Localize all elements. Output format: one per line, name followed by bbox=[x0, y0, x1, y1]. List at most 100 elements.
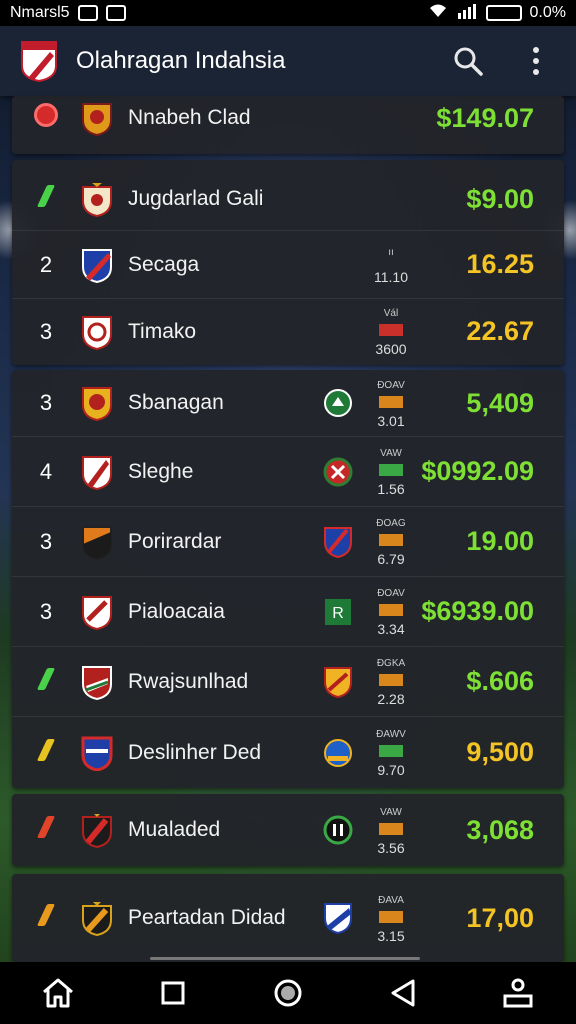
odds-chip-icon bbox=[379, 324, 403, 336]
team-crest-icon bbox=[82, 665, 112, 700]
team-value: $9.00 bbox=[466, 183, 534, 214]
more-vert-icon bbox=[533, 47, 539, 75]
team-name: Sbanagan bbox=[128, 391, 224, 414]
notification-icon bbox=[77, 5, 98, 21]
odds-cell: ĐOAV 3.34 bbox=[366, 586, 416, 637]
trend-marker-icon bbox=[36, 904, 56, 926]
team-crest-icon bbox=[82, 315, 112, 350]
odds-tag: VAW bbox=[380, 448, 402, 459]
odds-chip-icon bbox=[379, 464, 403, 476]
team-crest-icon bbox=[82, 248, 112, 283]
team-crest-icon bbox=[82, 103, 112, 136]
home-button[interactable] bbox=[34, 969, 82, 1017]
team-name: Timako bbox=[128, 319, 197, 343]
battery-icon bbox=[485, 5, 522, 21]
recents-button[interactable] bbox=[149, 969, 197, 1017]
circle-icon bbox=[274, 979, 302, 1007]
odds-value: 9.70 bbox=[377, 762, 405, 778]
odds-cell: VAW 1.56 bbox=[366, 446, 416, 497]
overflow-menu-button[interactable] bbox=[516, 41, 556, 81]
team-value: 9,500 bbox=[466, 737, 534, 767]
team-crest-icon bbox=[82, 902, 112, 936]
team-value: 16.25 bbox=[466, 249, 534, 279]
team-row[interactable]: 4 Sleghe VAW 1.56 $0992.09 bbox=[12, 436, 564, 506]
opponent-badge bbox=[318, 385, 358, 421]
odds-value: 3.01 bbox=[377, 412, 405, 429]
team-name: Sleghe bbox=[128, 459, 194, 483]
odds-value: 6.79 bbox=[377, 551, 405, 567]
team-row[interactable]: Jugdarlad Gali $9.00 bbox=[12, 168, 564, 230]
signal-icon bbox=[456, 3, 478, 24]
team-crest-icon bbox=[81, 736, 113, 771]
home-icon bbox=[42, 978, 73, 1008]
team-name: Peartadan Didad bbox=[128, 906, 286, 929]
rank-cell: 3 bbox=[39, 598, 53, 624]
team-row[interactable]: 3 Sbanagan ĐOAV 3.01 5,409 bbox=[12, 370, 564, 436]
odds-cell: ĐOAV 3.01 bbox=[366, 378, 416, 429]
odds-chip-icon bbox=[379, 604, 403, 616]
odds-tag: ĐOAV bbox=[377, 588, 405, 599]
odds-tag: ĐAVA bbox=[378, 894, 404, 906]
team-row[interactable]: Peartadan Didad ĐAVA 3.15 17,00 bbox=[12, 874, 564, 962]
search-icon bbox=[454, 47, 483, 76]
team-row[interactable]: Mualaded VAW 3.56 3,068 bbox=[12, 794, 564, 866]
team-crest-icon bbox=[82, 814, 112, 848]
odds-cell: ĐAWV 9.70 bbox=[366, 727, 416, 778]
opponent-crest-icon bbox=[324, 903, 352, 934]
wifi-icon bbox=[428, 3, 448, 24]
team-row[interactable]: Rwajsunlhad ĐGKA 2.28 $.606 bbox=[12, 646, 564, 716]
status-bar: Nmarsl5 0.0% bbox=[0, 0, 576, 26]
opponent-crest-icon bbox=[324, 738, 352, 767]
team-row[interactable]: 3 Pialoacaia R ĐOAV 3.34 $6939.00 bbox=[12, 576, 564, 646]
team-crest-icon bbox=[82, 525, 112, 560]
rank-cell: 2 bbox=[39, 251, 53, 277]
rank-cell bbox=[12, 904, 80, 932]
odds-value: 2.28 bbox=[377, 691, 405, 707]
odds-chip-icon bbox=[379, 534, 403, 546]
rank-cell bbox=[12, 103, 80, 133]
opponent-badge bbox=[318, 454, 358, 490]
opponent-badge: R bbox=[318, 594, 358, 630]
odds-value: 3600 bbox=[375, 341, 407, 357]
team-value: $6939.00 bbox=[421, 596, 534, 626]
odds-value: 1.56 bbox=[377, 481, 405, 497]
team-name: Mualaded bbox=[128, 818, 221, 841]
live-dot-icon bbox=[34, 103, 58, 127]
team-value: 17,00 bbox=[466, 902, 534, 933]
team-row[interactable]: 3 Timako Vál 3600 22.67 bbox=[12, 298, 564, 364]
odds-value: 11.10 bbox=[374, 268, 408, 285]
odds-cell: Vál 3600 bbox=[366, 306, 416, 357]
team-row[interactable]: Deslinher Ded ĐAWV 9.70 9,500 bbox=[12, 716, 564, 788]
opponent-crest-icon bbox=[324, 666, 352, 698]
team-value: 3,068 bbox=[466, 814, 534, 845]
opponent-badge bbox=[318, 524, 358, 560]
team-value: 19.00 bbox=[466, 526, 534, 556]
team-row[interactable]: Nnabeh Clad $149.07 bbox=[12, 96, 564, 140]
team-value: 5,409 bbox=[466, 387, 534, 418]
team-row[interactable]: 2 Secaga ıı 11.10 16.25 bbox=[12, 230, 564, 298]
odds-cell: ĐOAG 6.79 bbox=[366, 516, 416, 567]
team-value: 22.67 bbox=[466, 316, 534, 346]
odds-value: 3.15 bbox=[377, 927, 405, 944]
odds-tag: ĐOAV bbox=[377, 379, 405, 391]
svg-text:R: R bbox=[332, 605, 344, 622]
person-icon bbox=[503, 978, 533, 1008]
trend-marker-icon bbox=[36, 667, 56, 690]
back-button[interactable] bbox=[379, 969, 427, 1017]
team-crest-icon bbox=[82, 455, 112, 490]
odds-cell: VAW 3.56 bbox=[366, 805, 416, 856]
team-crest-icon bbox=[82, 387, 112, 421]
odds-cell: ĐAVA 3.15 bbox=[366, 893, 416, 944]
odds-cell: ĐGKA 2.28 bbox=[366, 656, 416, 707]
odds-chip-icon bbox=[379, 822, 403, 835]
search-button[interactable] bbox=[448, 41, 488, 81]
odds-chip-icon bbox=[379, 745, 403, 757]
home-circle-button[interactable] bbox=[264, 969, 312, 1017]
accessibility-button[interactable] bbox=[494, 969, 542, 1017]
team-row[interactable]: 3 Porirardar ĐOAG 6.79 19.00 bbox=[12, 506, 564, 576]
rank-cell bbox=[12, 816, 80, 844]
opponent-crest-icon: R bbox=[325, 598, 351, 625]
opponent-badge bbox=[318, 735, 358, 771]
team-crest-icon bbox=[82, 183, 112, 217]
odds-tag: Vál bbox=[383, 308, 399, 319]
